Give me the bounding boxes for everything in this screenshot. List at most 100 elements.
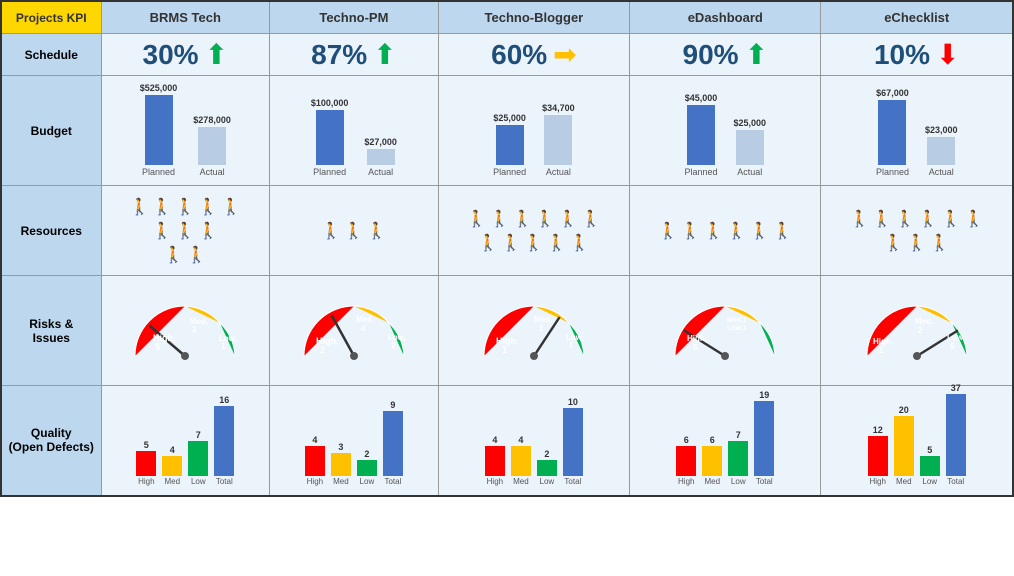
gauge-svg-3: High, 1 Med, 1 Low, 1 [474, 296, 594, 366]
svg-text:4: 4 [361, 324, 366, 333]
person-green: 🚶 [129, 197, 149, 217]
quality-low-bar-1 [188, 441, 208, 476]
resources-cell-1: 🚶 🚶 🚶 🚶 🚶 🚶 🚶 🚶 🚶 🚶 [101, 186, 270, 276]
resources-cell-3: 🚶 🚶 🚶 🚶 🚶 🚶 🚶 🚶 🚶 🚶 🚶 [438, 186, 629, 276]
risks-cell-5: High, 1 Med, 2 Low, 5 [821, 276, 1013, 386]
gauge-svg-2: High, 2 Med, 4 Low, 2 [294, 296, 414, 366]
quality-high-5: 12 [873, 425, 883, 435]
budget-planned-4: $45,000 [685, 93, 718, 103]
quality-high-bar-3 [485, 446, 505, 476]
project-header-4: eDashboard [630, 1, 821, 34]
svg-text:High,: High, [873, 337, 893, 346]
budget-actual-bar-3 [544, 115, 572, 165]
person-green: 🚶 [681, 221, 701, 241]
quality-low-2: 2 [364, 449, 369, 459]
budget-actual-5: $23,000 [925, 125, 958, 135]
person-red: 🚶 [187, 245, 207, 265]
schedule-value-1: 30% [143, 39, 199, 71]
quality-total-2: 9 [390, 400, 395, 410]
person-green: 🚶 [344, 221, 364, 241]
resources-label: Resources [1, 186, 101, 276]
person-red: 🚶 [570, 233, 590, 253]
quality-total-4: 19 [759, 390, 769, 400]
schedule-cell-3: 60% ➡ [438, 34, 629, 76]
person-green: 🚶 [884, 233, 904, 253]
person-green: 🚶 [930, 233, 950, 253]
project-header-2: Techno-PM [270, 1, 439, 34]
person-green: 🚶 [175, 197, 195, 217]
quality-med-bar-3 [511, 446, 531, 476]
quality-total-3: 10 [568, 397, 578, 407]
budget-cell-4: $45,000 Planned $25,000 Actual [630, 76, 821, 186]
person-green: 🚶 [198, 221, 218, 241]
person-green: 🚶 [658, 221, 678, 241]
quality-low-bar-3 [537, 460, 557, 476]
budget-planned-2: $100,000 [311, 98, 349, 108]
person-green: 🚶 [367, 221, 387, 241]
person-green: 🚶 [198, 197, 218, 217]
svg-text:Med,1: Med,1 [727, 317, 747, 324]
person-green: 🚶 [750, 221, 770, 241]
budget-planned-5: $67,000 [876, 88, 909, 98]
schedule-arrow-3: ➡ [553, 38, 576, 71]
svg-text:High,: High, [496, 336, 519, 346]
schedule-arrow-1: ⬆ [205, 38, 228, 71]
quality-med-5: 20 [899, 405, 909, 415]
project-header-3: Techno-Blogger [438, 1, 629, 34]
schedule-arrow-4: ⬆ [745, 38, 768, 71]
resources-cell-2: 🚶 🚶 🚶 [270, 186, 439, 276]
schedule-cell-1: 30% ⬆ [101, 34, 270, 76]
svg-text:2: 2 [192, 325, 197, 334]
risks-cell-4: High, 5 Med,1 Low,1 [630, 276, 821, 386]
quality-total-bar-4 [754, 401, 774, 476]
schedule-label: Schedule [1, 34, 101, 76]
budget-actual-bar-5 [927, 137, 955, 165]
person-green: 🚶 [152, 197, 172, 217]
quality-high-bar-5 [868, 436, 888, 476]
schedule-arrow-5: ⬇ [936, 38, 959, 71]
quality-high-bar-4 [676, 446, 696, 476]
quality-med-bar-5 [894, 416, 914, 476]
svg-text:2: 2 [391, 341, 396, 350]
person-green: 🚶 [321, 221, 341, 241]
quality-med-4: 6 [710, 435, 715, 445]
person-green: 🚶 [849, 209, 869, 229]
quality-med-bar-4 [702, 446, 722, 476]
schedule-cell-4: 90% ⬆ [630, 34, 821, 76]
quality-total-bar-3 [563, 408, 583, 476]
gauge-svg-5: High, 1 Med, 2 Low, 5 [857, 296, 977, 366]
svg-text:Med,: Med, [534, 315, 552, 324]
quality-low-bar-2 [357, 460, 377, 476]
quality-med-2: 3 [338, 442, 343, 452]
schedule-value-5: 10% [874, 39, 930, 71]
budget-planned-bar-3 [496, 125, 524, 165]
svg-text:High,: High, [687, 334, 707, 343]
quality-cell-3: 4 High 4 Med 2 Low 10 [438, 386, 629, 496]
budget-planned-bar-4 [687, 105, 715, 165]
quality-high-2: 4 [312, 435, 317, 445]
quality-total-5: 37 [951, 383, 961, 393]
quality-med-bar-1 [162, 456, 182, 476]
person-green: 🚶 [558, 209, 578, 229]
svg-text:2: 2 [320, 345, 325, 355]
quality-low-1: 7 [196, 430, 201, 440]
kpi-header: Projects KPI [1, 1, 101, 34]
budget-cell-2: $100,000 Planned $27,000 Actual [270, 76, 439, 186]
person-green: 🚶 [895, 209, 915, 229]
quality-low-5: 5 [927, 445, 932, 455]
schedule-arrow-2: ⬆ [373, 38, 396, 71]
person-green: 🚶 [727, 221, 747, 241]
quality-total-bar-1 [214, 406, 234, 476]
quality-label: Quality (Open Defects) [1, 386, 101, 496]
svg-text:2: 2 [918, 326, 923, 335]
person-green: 🚶 [512, 209, 532, 229]
budget-actual-4: $25,000 [734, 118, 767, 128]
project-header-5: eChecklist [821, 1, 1013, 34]
quality-high-bar-1 [136, 451, 156, 476]
quality-total-bar-5 [946, 394, 966, 476]
svg-text:Low,: Low, [947, 333, 965, 342]
person-green: 🚶 [221, 197, 241, 217]
quality-low-4: 7 [736, 430, 741, 440]
quality-high-3: 4 [492, 435, 497, 445]
quality-total-bar-2 [383, 411, 403, 476]
